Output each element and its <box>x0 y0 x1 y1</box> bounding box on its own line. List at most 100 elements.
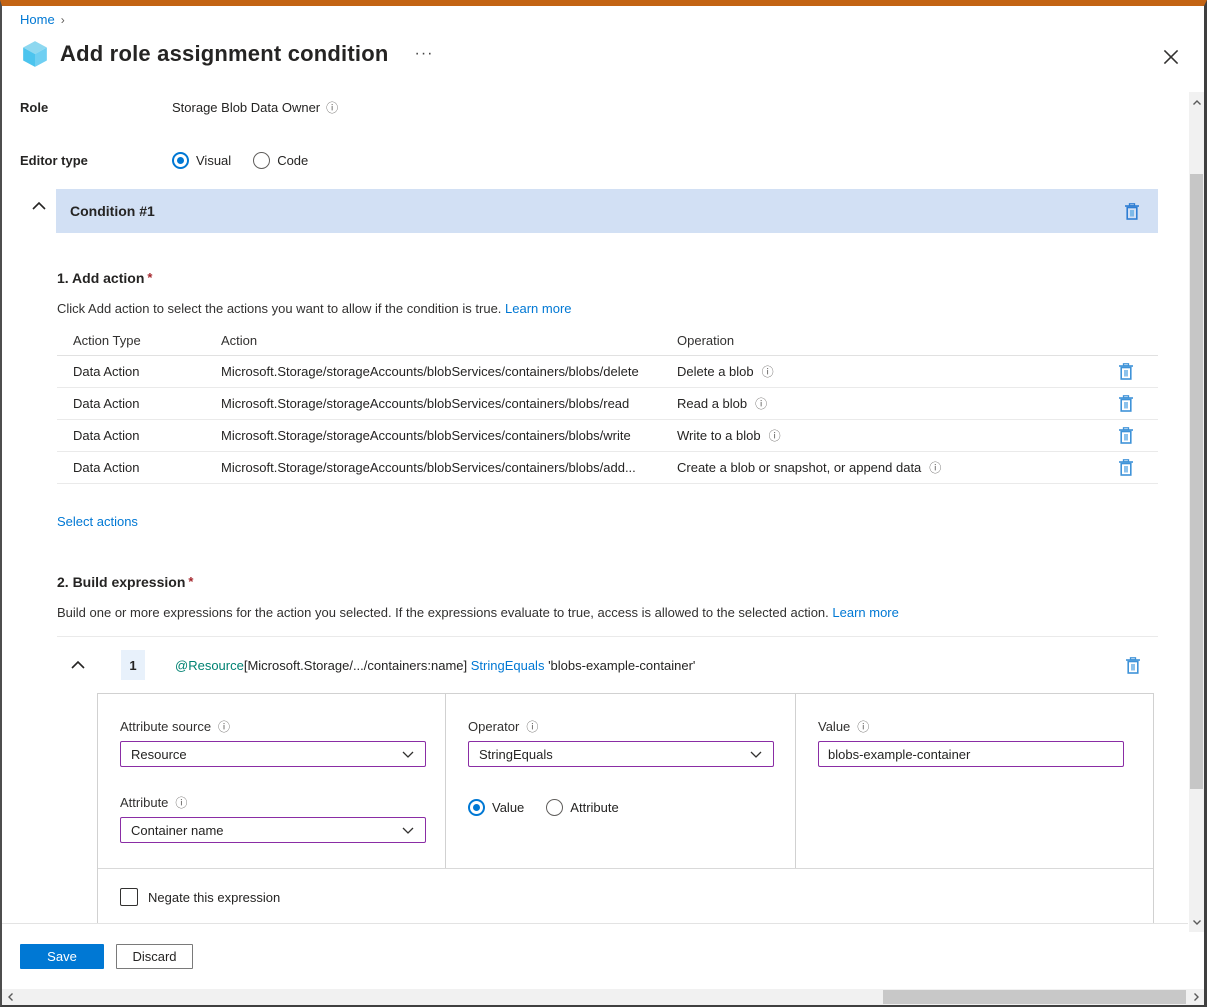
value-type-value-radio[interactable]: Value <box>468 799 524 816</box>
condition-body: 1. Add action* Click Add action to selec… <box>57 250 1158 936</box>
horizontal-scrollbar[interactable] <box>2 989 1204 1005</box>
add-action-heading-text: 1. Add action <box>57 270 144 286</box>
vertical-scrollbar-thumb[interactable] <box>1190 174 1203 789</box>
info-icon[interactable]: ⓘ <box>857 721 869 733</box>
role-label: Role <box>20 100 172 115</box>
editor-type-radio-group: Visual Code <box>172 152 308 169</box>
attribute-source-select[interactable]: Resource <box>120 741 426 767</box>
breadcrumb: Home › <box>20 12 65 27</box>
condition-header[interactable]: Condition #1 <box>56 189 1158 233</box>
scroll-up-icon[interactable] <box>1189 94 1204 110</box>
build-expression-heading: 2. Build expression* <box>57 574 1158 590</box>
close-icon[interactable] <box>1160 46 1182 68</box>
table-row: Data Action Microsoft.Storage/storageAcc… <box>57 388 1158 420</box>
value-label: Value <box>818 719 850 734</box>
info-icon[interactable]: ⓘ <box>769 430 781 442</box>
value-column: Value ⓘ <box>796 694 1153 868</box>
add-action-heading: 1. Add action* <box>57 270 1158 286</box>
cell-action-type: Data Action <box>73 364 221 379</box>
expression-builder-columns: Attribute source ⓘ Resource Attribute ⓘ … <box>98 694 1153 868</box>
footer-bar: Save Discard <box>2 923 1188 989</box>
table-row: Data Action Microsoft.Storage/storageAcc… <box>57 420 1158 452</box>
info-icon[interactable]: ⓘ <box>929 462 941 474</box>
build-expression-learn-more-link[interactable]: Learn more <box>832 605 898 620</box>
delete-action-icon[interactable] <box>1118 427 1134 444</box>
editor-type-code-label: Code <box>277 153 308 168</box>
operator-value: StringEquals <box>479 747 553 762</box>
attribute-value: Container name <box>131 823 224 838</box>
discard-button[interactable]: Discard <box>116 944 193 969</box>
add-action-learn-more-link[interactable]: Learn more <box>505 301 571 316</box>
more-options-icon[interactable]: ··· <box>415 45 434 63</box>
cell-operation: Create a blob or snapshot, or append dat… <box>677 460 921 475</box>
vertical-scrollbar[interactable] <box>1189 92 1204 932</box>
cell-operation: Delete a blob <box>677 364 754 379</box>
select-actions-link[interactable]: Select actions <box>57 514 138 529</box>
editor-type-code-radio[interactable]: Code <box>253 152 308 169</box>
delete-action-icon[interactable] <box>1118 395 1134 412</box>
cell-action: Microsoft.Storage/storageAccounts/blobSe… <box>221 428 677 443</box>
info-icon[interactable]: ⓘ <box>762 366 774 378</box>
value-input[interactable] <box>818 741 1124 767</box>
operator-column: Operator ⓘ StringEquals Value <box>446 694 796 868</box>
negate-expression-checkbox[interactable] <box>120 888 138 906</box>
attribute-select[interactable]: Container name <box>120 817 426 843</box>
expression-index-badge: 1 <box>121 650 145 680</box>
info-icon[interactable]: ⓘ <box>526 721 538 733</box>
add-action-description-text: Click Add action to select the actions y… <box>57 301 501 316</box>
value-type-attribute-radio[interactable]: Attribute <box>546 799 618 816</box>
delete-action-icon[interactable] <box>1118 363 1134 380</box>
chevron-down-icon <box>749 750 763 759</box>
cell-action-type: Data Action <box>73 460 221 475</box>
cell-action: Microsoft.Storage/storageAccounts/blobSe… <box>221 396 677 411</box>
attribute-label: Attribute <box>120 795 168 810</box>
add-action-description: Click Add action to select the actions y… <box>57 301 1158 316</box>
attribute-source-column: Attribute source ⓘ Resource Attribute ⓘ … <box>98 694 446 868</box>
col-action-type: Action Type <box>73 333 221 348</box>
radio-dot-icon <box>468 799 485 816</box>
editor-type-visual-radio[interactable]: Visual <box>172 152 231 169</box>
condition-cube-icon <box>22 40 48 68</box>
title-bar: Add role assignment condition ··· <box>22 40 433 68</box>
radio-dot-icon <box>172 152 189 169</box>
delete-condition-icon[interactable] <box>1124 203 1140 220</box>
role-row: Role Storage Blob Data Owner ⓘ <box>20 100 338 115</box>
cell-action-type: Data Action <box>73 396 221 411</box>
required-asterisk: * <box>147 270 152 285</box>
delete-expression-icon[interactable] <box>1125 657 1141 674</box>
attribute-source-value: Resource <box>131 747 187 762</box>
collapse-expression-chevron-up-icon[interactable] <box>69 659 87 671</box>
save-button[interactable]: Save <box>20 944 104 969</box>
breadcrumb-separator-icon: › <box>61 13 65 27</box>
cell-action-type: Data Action <box>73 428 221 443</box>
col-action: Action <box>221 333 677 348</box>
table-row: Data Action Microsoft.Storage/storageAcc… <box>57 452 1158 484</box>
actions-table: Action Type Action Operation Data Action… <box>57 326 1158 484</box>
cell-operation: Write to a blob <box>677 428 761 443</box>
scroll-down-icon[interactable] <box>1189 914 1204 930</box>
negate-expression-label: Negate this expression <box>148 890 280 905</box>
cell-action: Microsoft.Storage/storageAccounts/blobSe… <box>221 364 677 379</box>
horizontal-scrollbar-thumb[interactable] <box>883 990 1186 1004</box>
editor-type-row: Editor type Visual Code <box>20 152 308 169</box>
info-icon[interactable]: ⓘ <box>218 721 230 733</box>
info-icon[interactable]: ⓘ <box>755 398 767 410</box>
info-icon[interactable]: ⓘ <box>326 102 338 114</box>
operator-label: Operator <box>468 719 519 734</box>
condition-title: Condition #1 <box>70 203 155 219</box>
chevron-down-icon <box>401 750 415 759</box>
actions-table-header: Action Type Action Operation <box>57 326 1158 356</box>
col-operation: Operation <box>677 333 1118 348</box>
scroll-left-icon[interactable] <box>2 989 18 1005</box>
info-icon[interactable]: ⓘ <box>175 797 187 809</box>
build-expression-heading-text: 2. Build expression <box>57 574 185 590</box>
breadcrumb-home-link[interactable]: Home <box>20 12 55 27</box>
expression-summary-text: @Resource[Microsoft.Storage/.../containe… <box>175 658 1125 673</box>
editor-type-label: Editor type <box>20 153 172 168</box>
cell-operation: Read a blob <box>677 396 747 411</box>
delete-action-icon[interactable] <box>1118 459 1134 476</box>
collapse-condition-chevron-up-icon[interactable] <box>30 200 48 212</box>
scroll-right-icon[interactable] <box>1188 989 1204 1005</box>
value-type-attribute-label: Attribute <box>570 800 618 815</box>
operator-select[interactable]: StringEquals <box>468 741 774 767</box>
